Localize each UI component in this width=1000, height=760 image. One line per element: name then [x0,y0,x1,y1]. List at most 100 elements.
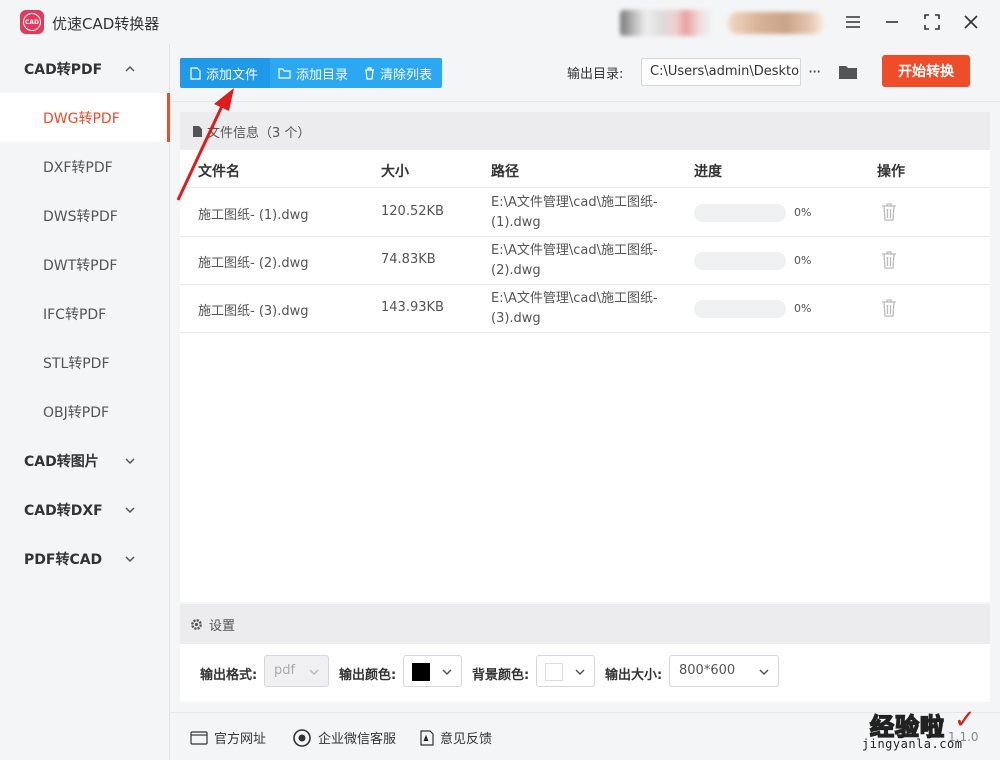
watermark-url: jingyanla.com [862,737,963,751]
progress-percent: 0% [794,206,812,219]
chevron-down-icon [125,556,135,563]
sidebar-item-dws-to-pdf[interactable]: DWS转PDF [0,191,168,240]
sidebar-group-cad-to-image[interactable]: CAD转图片 [0,436,168,486]
sidebar-group-pdf-to-cad[interactable]: PDF转CAD [0,534,168,584]
output-size-select[interactable]: 800*600 [669,655,779,687]
start-convert-button[interactable]: 开始转换 [882,55,970,87]
feedback-label: 意见反馈 [440,732,493,747]
chevron-up-icon [125,65,135,72]
file-name: 施工图纸- (3).dwg [198,304,309,319]
sidebar-group-cad-to-pdf[interactable]: CAD转PDF [0,44,168,94]
chevron-down-icon [759,669,769,676]
delete-row-icon[interactable] [880,250,898,270]
settings-title: 设置 [209,618,236,634]
sidebar-item-ifc-to-pdf[interactable]: IFC转PDF [0,289,168,338]
file-name: 施工图纸- (2).dwg [198,256,309,271]
table-row[interactable]: 施工图纸- (3).dwg 143.93KB E:\A文件管理\cad\施工图纸… [180,285,990,333]
add-file-label: 添加文件 [206,67,259,83]
user-avatar-blurred [620,10,710,36]
output-color-label: 输出颜色: [339,668,397,683]
output-format-select[interactable]: pdf [264,655,329,687]
sidebar-item-label: OBJ转PDF [43,404,110,421]
clear-list-button[interactable]: 清除列表 [356,58,442,88]
trash-icon [365,66,374,80]
add-file-button[interactable]: 添加文件 [180,58,270,88]
sidebar-item-dwg-to-pdf[interactable]: DWG转PDF [0,93,170,142]
sidebar-group-label: CAD转PDF [24,62,103,78]
wechat-support-label: 企业微信客服 [318,732,397,747]
minimize-icon[interactable] [880,10,904,34]
open-folder-icon[interactable] [837,61,859,83]
progress-bar [694,252,786,270]
file-size: 120.52KB [381,204,444,219]
output-size-label: 输出大小: [605,668,663,683]
table-row[interactable]: 施工图纸- (1).dwg 120.52KB E:\A文件管理\cad\施工图纸… [180,189,990,237]
sidebar-item-label: DWG转PDF [43,110,120,127]
output-dir-field[interactable]: C:\Users\admin\Deskto [641,58,801,86]
progress-percent: 0% [794,302,812,315]
file-name: 施工图纸- (1).dwg [198,208,309,223]
column-header-size: 大小 [381,164,409,180]
add-directory-button[interactable]: 添加目录 [270,58,356,88]
title-bar: CAD 优速CAD转换器 [0,0,1000,44]
delete-row-icon[interactable] [880,202,898,222]
output-color-select[interactable] [403,655,462,687]
background-color-select[interactable] [536,655,595,687]
file-info-header: 文件信息（3 个） [180,112,990,150]
sidebar-item-label: STL转PDF [43,355,110,372]
toolbar: 添加文件 添加目录 清除列表 输出目录: C:\Users\admin\Desk… [170,44,1000,102]
sidebar-item-label: IFC转PDF [43,306,107,323]
file-icon [190,66,201,80]
sidebar-item-dxf-to-pdf[interactable]: DXF转PDF [0,142,168,191]
app-logo: CAD [20,10,44,34]
sidebar-item-dwt-to-pdf[interactable]: DWT转PDF [0,240,168,289]
close-icon[interactable] [959,10,983,34]
document-icon [193,125,202,137]
progress-bar [694,300,786,318]
official-website-link[interactable]: 官方网址 [190,728,266,747]
column-header-name: 文件名 [198,164,240,180]
output-format-label: 输出格式: [200,668,258,683]
background-color-swatch [545,663,563,681]
table-header: 文件名 大小 路径 进度 操作 [180,150,990,188]
file-path: E:\A文件管理\cad\施工图纸- (3).dwg [491,291,658,326]
sidebar-group-cad-to-dxf[interactable]: CAD转DXF [0,485,168,535]
progress-percent: 0% [794,254,812,267]
sidebar: CAD转PDF DWG转PDF DXF转PDF DWS转PDF DWT转PDF … [0,44,170,760]
sidebar-group-label: CAD转DXF [24,503,103,519]
file-path: E:\A文件管理\cad\施工图纸- (2).dwg [491,243,658,278]
sidebar-group-label: PDF转CAD [24,552,103,568]
sidebar-item-stl-to-pdf[interactable]: STL转PDF [0,338,168,387]
sidebar-group-label: CAD转图片 [24,454,99,470]
chevron-down-icon [442,669,452,676]
settings-header: 设置 [180,604,990,644]
sidebar-item-label: DWT转PDF [43,257,118,274]
more-options-button[interactable]: ··· [808,62,826,82]
column-header-progress: 进度 [694,164,722,180]
settings-panel: 设置 输出格式: pdf 输出颜色: 背景颜色: 输出大小: 800*600 [180,604,990,702]
output-format-value: pdf [274,663,296,678]
file-size: 143.93KB [381,300,444,315]
progress-bar [694,204,786,222]
folder-icon [278,67,291,79]
file-info-title: 文件信息（3 个） [207,125,311,141]
chevron-down-icon [309,669,319,676]
delete-row-icon[interactable] [880,298,898,318]
user-name-blurred [728,12,824,34]
sidebar-item-obj-to-pdf[interactable]: OBJ转PDF [0,387,168,436]
checkmark-icon: ✓ [954,705,976,735]
menu-icon[interactable] [841,10,865,34]
wechat-support-link[interactable]: 企业微信客服 [292,728,396,747]
file-list-panel: 文件信息（3 个） 文件名 大小 路径 进度 操作 施工图纸- (1).dwg … [180,112,990,602]
table-row[interactable]: 施工图纸- (2).dwg 74.83KB E:\A文件管理\cad\施工图纸-… [180,237,990,285]
site-watermark: 经验啦 ✓ jingyanla.com [858,705,998,757]
user-account-area[interactable] [620,8,825,36]
clear-list-label: 清除列表 [380,67,433,83]
gear-icon [191,618,202,630]
file-size: 74.83KB [381,252,436,267]
maximize-icon[interactable] [920,10,944,34]
column-header-path: 路径 [491,164,519,180]
feedback-link[interactable]: 意见反馈 [420,728,492,747]
chevron-down-icon [575,669,585,676]
chevron-down-icon [125,507,135,514]
